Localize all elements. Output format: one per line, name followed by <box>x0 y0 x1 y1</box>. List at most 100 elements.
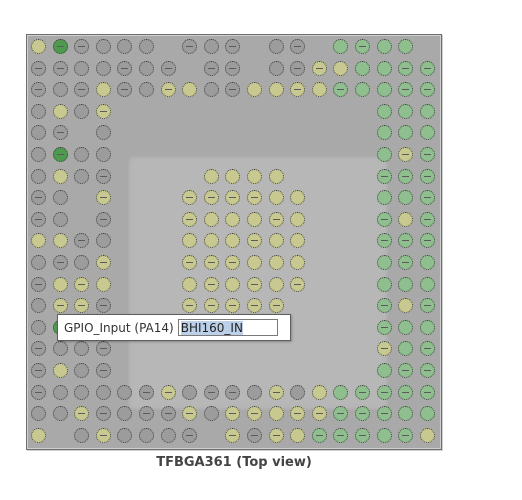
ball-U11[interactable] <box>247 385 262 400</box>
ball-M2[interactable] <box>53 277 68 292</box>
ball-A10[interactable] <box>225 39 240 54</box>
ball-R2[interactable] <box>53 341 68 356</box>
ball-N4[interactable] <box>96 298 111 313</box>
ball-U9[interactable] <box>204 385 219 400</box>
user-label-input[interactable]: BHI160_IN <box>178 319 278 336</box>
ball-U5[interactable] <box>117 385 132 400</box>
ball-W8[interactable] <box>182 428 197 443</box>
ball-A18[interactable] <box>398 39 413 54</box>
ball-J8[interactable] <box>182 212 197 227</box>
ball-V10[interactable] <box>225 406 240 421</box>
ball-L1[interactable] <box>31 255 46 270</box>
ball-K12[interactable] <box>269 233 284 248</box>
ball-F4[interactable] <box>96 147 111 162</box>
ball-J12[interactable] <box>269 212 284 227</box>
ball-U16[interactable] <box>355 385 370 400</box>
ball-G19[interactable] <box>420 169 435 184</box>
ball-D3[interactable] <box>74 104 89 119</box>
ball-V13[interactable] <box>290 406 305 421</box>
ball-B19[interactable] <box>420 61 435 76</box>
ball-N1[interactable] <box>31 298 46 313</box>
ball-L17[interactable] <box>377 255 392 270</box>
ball-C5[interactable] <box>117 82 132 97</box>
ball-H18[interactable] <box>398 190 413 205</box>
ball-U10[interactable] <box>225 385 240 400</box>
ball-R18[interactable] <box>398 341 413 356</box>
ball-M12[interactable] <box>269 277 284 292</box>
ball-K17[interactable] <box>377 233 392 248</box>
ball-W14[interactable] <box>312 428 327 443</box>
ball-B18[interactable] <box>398 61 413 76</box>
ball-W11[interactable] <box>247 428 262 443</box>
ball-A9[interactable] <box>204 39 219 54</box>
ball-P19[interactable] <box>420 320 435 335</box>
ball-A13[interactable] <box>290 39 305 54</box>
ball-H2[interactable] <box>53 190 68 205</box>
ball-M17[interactable] <box>377 277 392 292</box>
ball-P17[interactable] <box>377 320 392 335</box>
ball-C13[interactable] <box>290 82 305 97</box>
ball-A3[interactable] <box>74 39 89 54</box>
ball-A4[interactable] <box>96 39 111 54</box>
ball-N2[interactable] <box>53 298 68 313</box>
ball-F2[interactable] <box>53 147 68 162</box>
ball-H1[interactable] <box>31 190 46 205</box>
ball-L12[interactable] <box>269 255 284 270</box>
ball-B7[interactable] <box>161 61 176 76</box>
ball-W6[interactable] <box>139 428 154 443</box>
ball-B10[interactable] <box>225 61 240 76</box>
ball-M9[interactable] <box>204 277 219 292</box>
ball-K19[interactable] <box>420 233 435 248</box>
ball-N3[interactable] <box>74 298 89 313</box>
ball-V2[interactable] <box>53 406 68 421</box>
ball-U6[interactable] <box>139 385 154 400</box>
ball-T18[interactable] <box>398 363 413 378</box>
ball-W5[interactable] <box>117 428 132 443</box>
ball-E17[interactable] <box>377 125 392 140</box>
ball-G9[interactable] <box>204 169 219 184</box>
ball-M10[interactable] <box>225 277 240 292</box>
ball-J13[interactable] <box>290 212 305 227</box>
ball-M4[interactable] <box>96 277 111 292</box>
ball-L3[interactable] <box>74 255 89 270</box>
ball-L11[interactable] <box>247 255 262 270</box>
ball-C14[interactable] <box>312 82 327 97</box>
ball-H9[interactable] <box>204 190 219 205</box>
ball-G1[interactable] <box>31 169 46 184</box>
ball-M8[interactable] <box>182 277 197 292</box>
ball-B13[interactable] <box>290 61 305 76</box>
ball-W19[interactable] <box>420 428 435 443</box>
ball-J4[interactable] <box>96 212 111 227</box>
ball-V11[interactable] <box>247 406 262 421</box>
ball-V18[interactable] <box>398 406 413 421</box>
ball-L19[interactable] <box>420 255 435 270</box>
ball-G4[interactable] <box>96 169 111 184</box>
ball-C6[interactable] <box>139 82 154 97</box>
ball-C2[interactable] <box>53 82 68 97</box>
ball-C17[interactable] <box>377 82 392 97</box>
ball-A1[interactable] <box>31 39 46 54</box>
ball-B16[interactable] <box>355 61 370 76</box>
ball-U19[interactable] <box>420 385 435 400</box>
ball-B15[interactable] <box>333 61 348 76</box>
ball-V4[interactable] <box>96 406 111 421</box>
ball-B1[interactable] <box>31 61 46 76</box>
ball-C1[interactable] <box>31 82 46 97</box>
ball-A16[interactable] <box>355 39 370 54</box>
ball-C11[interactable] <box>247 82 262 97</box>
ball-W15[interactable] <box>333 428 348 443</box>
ball-W17[interactable] <box>377 428 392 443</box>
ball-F3[interactable] <box>74 147 89 162</box>
ball-V19[interactable] <box>420 406 435 421</box>
ball-E4[interactable] <box>96 125 111 140</box>
ball-V3[interactable] <box>74 406 89 421</box>
ball-U14[interactable] <box>312 385 327 400</box>
ball-A17[interactable] <box>377 39 392 54</box>
ball-M19[interactable] <box>420 277 435 292</box>
ball-B2[interactable] <box>53 61 68 76</box>
ball-U18[interactable] <box>398 385 413 400</box>
ball-C15[interactable] <box>333 82 348 97</box>
ball-R4[interactable] <box>96 341 111 356</box>
ball-J18[interactable] <box>398 212 413 227</box>
ball-G10[interactable] <box>225 169 240 184</box>
